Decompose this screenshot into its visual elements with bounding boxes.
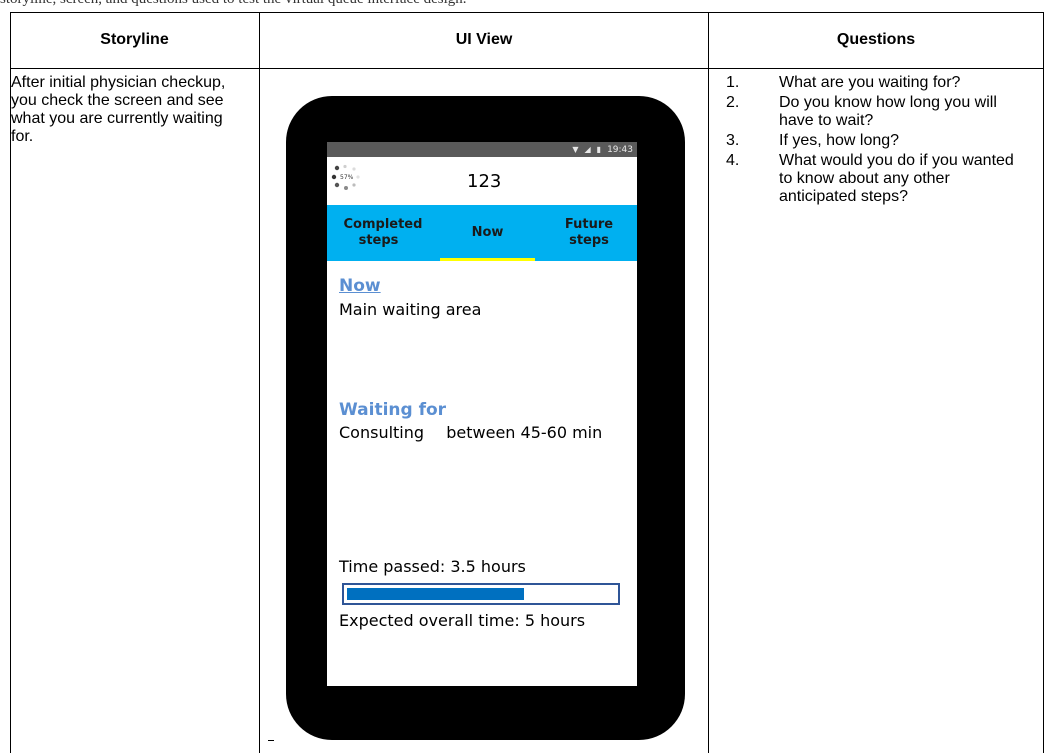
status-bar: ▼ ◢ ▮ 19:43 xyxy=(327,142,637,157)
progress-bar xyxy=(342,583,620,605)
question-text: What are you waiting for? xyxy=(779,74,961,91)
app-screen: ▼ ◢ ▮ 19:43 57% 123 Completed steps Now … xyxy=(327,142,637,686)
table-border-right xyxy=(1043,12,1044,753)
stray-mark xyxy=(268,740,274,741)
table-column-divider xyxy=(708,12,709,753)
battery-icon: ▮ xyxy=(596,145,602,154)
question-number: 1. xyxy=(726,74,740,91)
app-title: 123 xyxy=(467,171,502,192)
tab-bar: Completed steps Now Future steps xyxy=(327,205,637,261)
questions-list: 1. What are you waiting for? 2. Do you kno… xyxy=(711,74,1031,208)
spinner-percent: 57% xyxy=(340,174,354,181)
storyline-text: After initial physician checkup, you che… xyxy=(11,74,226,145)
time-passed-label: Time passed: 3.5 hours xyxy=(339,557,526,576)
tab-label: Now xyxy=(471,225,504,240)
progress-fill xyxy=(347,588,524,600)
status-time: 19:43 xyxy=(607,144,633,155)
tab-now[interactable]: Now xyxy=(440,205,535,261)
tab-completed-steps[interactable]: Completed steps xyxy=(327,205,430,261)
waiting-item-name: Consulting xyxy=(339,423,425,442)
tab-label: Future steps xyxy=(564,217,614,248)
question-text: Do you know how long you will have to wa… xyxy=(779,94,997,129)
header-storyline: Storyline xyxy=(100,31,169,48)
question-item: 1. What are you waiting for? xyxy=(711,74,1031,92)
question-item: 3. If yes, how long? xyxy=(711,132,1031,150)
now-location: Main waiting area xyxy=(339,300,482,319)
tab-future-steps[interactable]: Future steps xyxy=(541,205,637,261)
table-header-divider xyxy=(10,68,1044,69)
waiting-time-range: between 45-60 min xyxy=(446,423,603,442)
wifi-icon: ▼ xyxy=(572,145,579,154)
question-item: 4. What would you do if you wanted to kno… xyxy=(711,152,1031,206)
expected-time-label: Expected overall time: 5 hours xyxy=(339,611,586,630)
table-column-divider xyxy=(259,12,260,753)
question-number: 3. xyxy=(726,132,740,149)
question-number: 2. xyxy=(726,94,740,111)
question-text: What would you do if you wanted to know … xyxy=(779,152,1014,205)
question-item: 2. Do you know how long you will have to … xyxy=(711,94,1031,130)
active-tab-underline xyxy=(440,258,535,261)
header-questions: Questions xyxy=(836,31,916,48)
header-ui-view: UI View xyxy=(455,31,513,48)
app-header: 57% 123 xyxy=(327,157,637,205)
now-heading[interactable]: Now xyxy=(339,276,381,296)
question-text: If yes, how long? xyxy=(779,132,900,149)
tab-label: Completed steps xyxy=(343,217,423,248)
signal-icon: ◢ xyxy=(584,145,591,154)
waiting-for-heading: Waiting for xyxy=(339,400,447,420)
loading-spinner-icon: 57% xyxy=(331,164,360,190)
question-number: 4. xyxy=(726,152,740,169)
waiting-item: Consulting between 45-60 min xyxy=(339,423,602,442)
figure-caption: storyline, screen, and questions used to… xyxy=(0,0,1046,8)
